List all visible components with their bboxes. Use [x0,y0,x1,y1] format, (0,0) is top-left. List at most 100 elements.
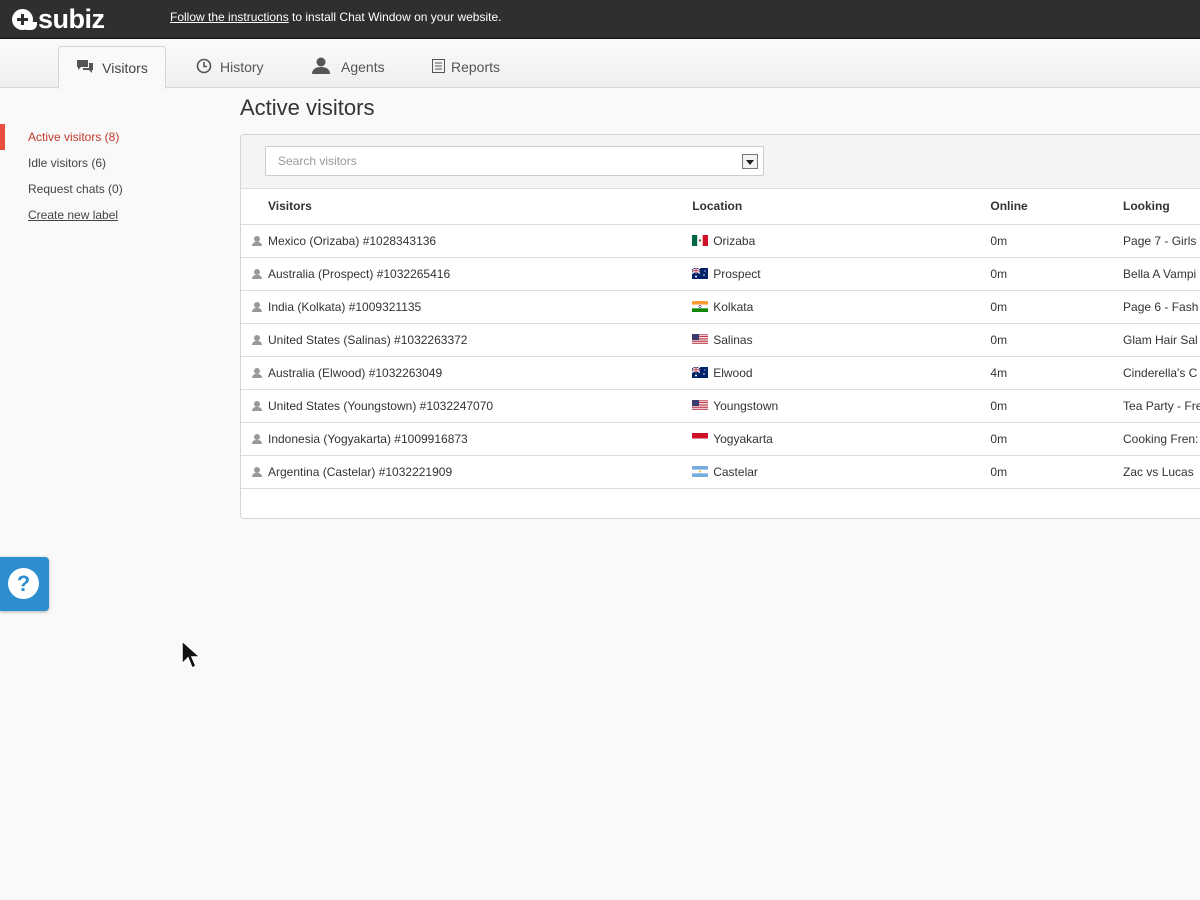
table-row[interactable]: India (Kolkata) #1009321135 Kolkata 0m Page… [241,290,1200,324]
table-row[interactable]: Argentina (Castelar) #1032221909 Castelar… [241,455,1200,489]
looking-cell[interactable]: Glam Hair Sal [1123,323,1200,357]
table-header-row: Visitors Location Online Looking [241,189,1200,225]
table-row[interactable]: United States (Youngstown) #1032247070 Yo… [241,389,1200,423]
visitor-cell[interactable]: India (Kolkata) #1009321135 [241,290,693,324]
table-row[interactable]: United States (Salinas) #1032263372 Salin… [241,323,1200,357]
page-title: Active visitors [240,95,375,120]
tab-agents[interactable]: Agents [312,46,385,88]
tab-reports-label: Reports [451,59,501,75]
visitor-cell[interactable]: United States (Youngstown) #1032247070 [241,389,693,423]
table-row[interactable]: Australia (Elwood) #1032263049 Elwood 4m Ci… [241,356,1200,390]
tab-visitors-label: Visitors [102,60,148,76]
install-instructions-link[interactable]: Follow the instructions [170,10,289,24]
location-name: Yogyakarta [713,431,773,446]
sidebar-item-idle-visitors[interactable]: Idle visitors (6) [0,150,200,176]
sidebar: Active visitors (8) Idle visitors (6) Re… [0,124,200,228]
user-icon [252,367,262,378]
install-message: Follow the instructions to install Chat … [170,10,501,24]
location-name: Elwood [713,365,753,380]
user-icon [252,235,262,246]
visitor-name: Australia (Prospect) #1032265416 [268,266,451,281]
looking-cell[interactable]: Cinderella's C [1123,356,1200,390]
column-header-location[interactable]: Location [692,189,991,225]
visitors-table: Visitors Location Online Looking Mexico … [241,189,1200,489]
location-name: Orizaba [713,233,756,248]
online-cell: 0m [990,257,1124,291]
search-dropdown-button[interactable] [742,154,758,169]
flag-id-icon [692,432,709,444]
clock-icon [196,58,212,77]
online-cell: 0m [990,455,1124,489]
location-cell: Yogyakarta [692,422,991,456]
help-button[interactable]: ? [0,557,49,611]
visitor-cell[interactable]: Indonesia (Yogyakarta) #1009916873 [241,422,693,456]
column-header-looking[interactable]: Looking [1123,189,1200,225]
location-name: Kolkata [713,299,754,314]
column-header-visitors[interactable]: Visitors [241,189,693,225]
online-cell: 4m [990,356,1124,390]
table-row[interactable]: Indonesia (Yogyakarta) #1009916873 Yogyak… [241,422,1200,456]
looking-cell[interactable]: Cooking Fren: [1123,422,1200,456]
logo-text: subiz [38,4,105,34]
location-cell: Salinas [692,323,991,357]
visitor-cell[interactable]: Australia (Elwood) #1032263049 [241,356,693,390]
user-icon [252,268,262,279]
looking-cell[interactable]: Zac vs Lucas [1123,455,1200,489]
flag-ar-icon [692,465,709,477]
mouse-cursor-icon [181,639,203,677]
search-box [265,146,764,176]
looking-cell[interactable]: Page 7 - Girls [1123,224,1200,258]
sidebar-item-create-label[interactable]: Create new label [0,202,200,228]
column-header-online[interactable]: Online [990,189,1124,225]
visitors-panel: Visitors Location Online Looking Mexico … [240,134,1200,519]
sidebar-item-active-visitors[interactable]: Active visitors (8) [0,124,200,150]
looking-cell[interactable]: Bella A Vampi [1123,257,1200,291]
tab-reports[interactable]: Reports [432,46,500,88]
visitor-name: Mexico (Orizaba) #1028343136 [268,233,437,248]
location-cell: Castelar [692,455,991,489]
logo-mark-icon [12,8,38,30]
table-row[interactable]: Mexico (Orizaba) #1028343136 Orizaba 0m Pag… [241,224,1200,258]
visitor-name: United States (Salinas) #1032263372 [268,332,468,347]
visitor-cell[interactable]: Argentina (Castelar) #1032221909 [241,455,693,489]
location-name: Castelar [713,464,758,479]
visitor-cell[interactable]: Australia (Prospect) #1032265416 [241,257,693,291]
flag-au-icon [692,267,709,279]
user-icon [252,301,262,312]
looking-cell[interactable]: Page 6 - Fash [1123,290,1200,324]
visitor-name: India (Kolkata) #1009321135 [268,299,422,314]
top-bar: subiz Follow the instructions to install… [0,0,1200,39]
subiz-logo[interactable]: subiz [12,5,105,33]
looking-cell[interactable]: Tea Party - Fre [1123,389,1200,423]
visitor-name: United States (Youngstown) #1032247070 [268,398,494,413]
online-cell: 0m [990,389,1124,423]
location-cell: Kolkata [692,290,991,324]
location-cell: Orizaba [692,224,991,258]
visitor-cell[interactable]: Mexico (Orizaba) #1028343136 [241,224,693,258]
flag-mx-icon [692,234,709,246]
visitor-name: Australia (Elwood) #1032263049 [268,365,443,380]
online-cell: 0m [990,224,1124,258]
search-input[interactable] [266,147,726,175]
location-cell: Elwood [692,356,991,390]
create-label-link[interactable]: Create new label [28,208,118,222]
online-cell: 0m [990,422,1124,456]
table-row[interactable]: Australia (Prospect) #1032265416 Prospect… [241,257,1200,291]
tab-visitors[interactable]: Visitors [58,46,166,89]
tab-history[interactable]: History [196,46,264,88]
tab-agents-label: Agents [341,59,385,75]
location-cell: Youngstown [692,389,991,423]
visitor-cell[interactable]: United States (Salinas) #1032263372 [241,323,693,357]
chat-bubbles-icon [76,59,94,77]
user-icon [252,334,262,345]
question-icon: ? [8,568,39,599]
user-icon [252,400,262,411]
user-icon [252,466,262,477]
flag-us-icon [692,399,709,411]
panel-header [241,135,1200,189]
sidebar-item-request-chats[interactable]: Request chats (0) [0,176,200,202]
visitor-name: Indonesia (Yogyakarta) #1009916873 [268,431,468,446]
flag-au-icon [692,366,709,378]
flag-us-icon [692,333,709,345]
visitor-name: Argentina (Castelar) #1032221909 [268,464,453,479]
